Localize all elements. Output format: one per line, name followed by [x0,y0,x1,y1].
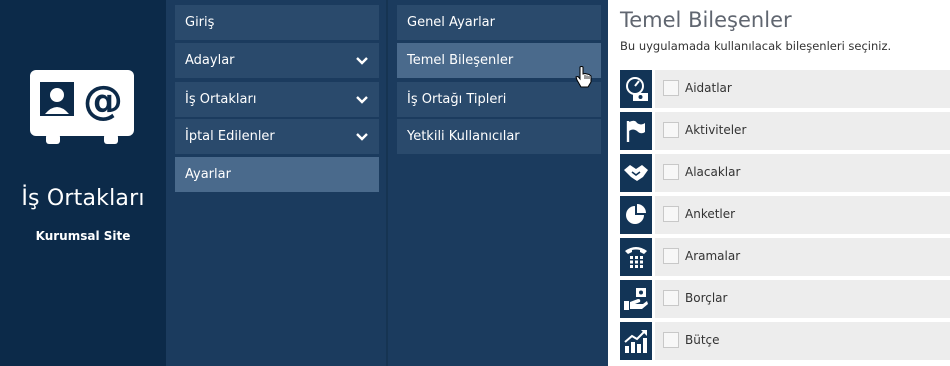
content-panel: Temel Bileşenler Bu uygulamada kullanıla… [608,0,950,366]
page-title: Temel Bileşenler [620,8,792,32]
menu-item-is-ortaklari[interactable]: İş Ortakları [175,82,379,117]
component-row-butce: Bütçe [620,322,950,360]
menu-item-giris[interactable]: Giriş [175,5,379,40]
component-label: Anketler [685,207,736,221]
component-row-borclar: Borçlar [620,280,950,318]
component-icon-box [620,70,652,108]
hand-cursor-icon [575,66,592,88]
menu-item-genel-ayarlar[interactable]: Genel Ayarlar [397,5,601,40]
flag-icon [626,120,645,142]
settings-menu: Genel Ayarlar Temel Bileşenler İş Ortağı… [388,0,608,366]
menu-item-label: Temel Bileşenler [407,53,514,68]
contact-card-icon: @ [30,70,134,144]
component-icon-box [620,154,652,192]
app-title: İş Ortakları [21,186,145,211]
payment-icon [624,288,648,310]
menu-item-temel-bilesenler[interactable]: Temel Bileşenler [397,43,601,78]
app-subtitle: Kurumsal Site [35,229,131,243]
component-row-alacaklar: Alacaklar [620,154,950,192]
chevron-down-icon [356,96,368,104]
component-checkbox-alacaklar[interactable] [663,164,679,180]
menu-item-ayarlar[interactable]: Ayarlar [175,157,379,192]
main-menu: Giriş Adaylar İş Ortakları İptal Edilenl… [166,0,388,366]
component-icon-box [620,196,652,234]
component-row-aktiviteler: Aktiviteler [620,112,950,150]
component-label: Bütçe [685,333,720,347]
menu-item-label: İş Ortakları [185,92,257,107]
menu-item-label: Adaylar [185,53,235,68]
component-icon-box [620,322,652,360]
svg-text:@: @ [83,78,123,124]
component-label: Aidatlar [685,81,732,95]
handshake-icon [624,165,648,181]
component-icon-box [620,238,652,276]
component-label: Aktiviteler [685,123,747,137]
growth-chart-icon [624,330,647,353]
component-icon-box [620,280,652,318]
pie-chart-icon [626,204,646,224]
component-label: Aramalar [685,249,741,263]
menu-item-adaylar[interactable]: Adaylar [175,43,379,78]
component-row-aramalar: Aramalar [620,238,950,276]
chevron-down-icon [356,133,368,141]
chevron-down-icon [356,57,368,65]
component-label: Alacaklar [685,165,741,179]
menu-item-label: Genel Ayarlar [407,15,495,30]
menu-item-label: Ayarlar [185,167,231,182]
component-checkbox-aktiviteler[interactable] [663,122,679,138]
dues-icon [626,77,648,101]
component-checkbox-anketler[interactable] [663,206,679,222]
phone-icon [625,247,647,268]
component-label: Borçlar [685,291,728,305]
component-checkbox-aramalar[interactable] [663,248,679,264]
component-checkbox-borclar[interactable] [663,290,679,306]
menu-item-label: İş Ortağı Tipleri [407,92,507,107]
component-checkbox-aidatlar[interactable] [663,80,679,96]
page-subtitle: Bu uygulamada kullanılacak bileşenleri s… [620,39,892,53]
component-row-aidatlar: Aidatlar [620,70,950,108]
menu-item-label: Yetkili Kullanıcılar [407,129,520,144]
component-row-anketler: Anketler [620,196,950,234]
menu-item-iptal-edilenler[interactable]: İptal Edilenler [175,119,379,154]
menu-item-label: İptal Edilenler [185,129,275,144]
menu-item-is-ortagi-tipleri[interactable]: İş Ortağı Tipleri [397,82,601,117]
component-icon-box [620,112,652,150]
menu-item-label: Giriş [185,15,215,30]
component-checkbox-butce[interactable] [663,332,679,348]
brand-panel: @ İş Ortakları Kurumsal Site [0,0,166,366]
menu-item-yetkili-kullanicilar[interactable]: Yetkili Kullanıcılar [397,119,601,154]
